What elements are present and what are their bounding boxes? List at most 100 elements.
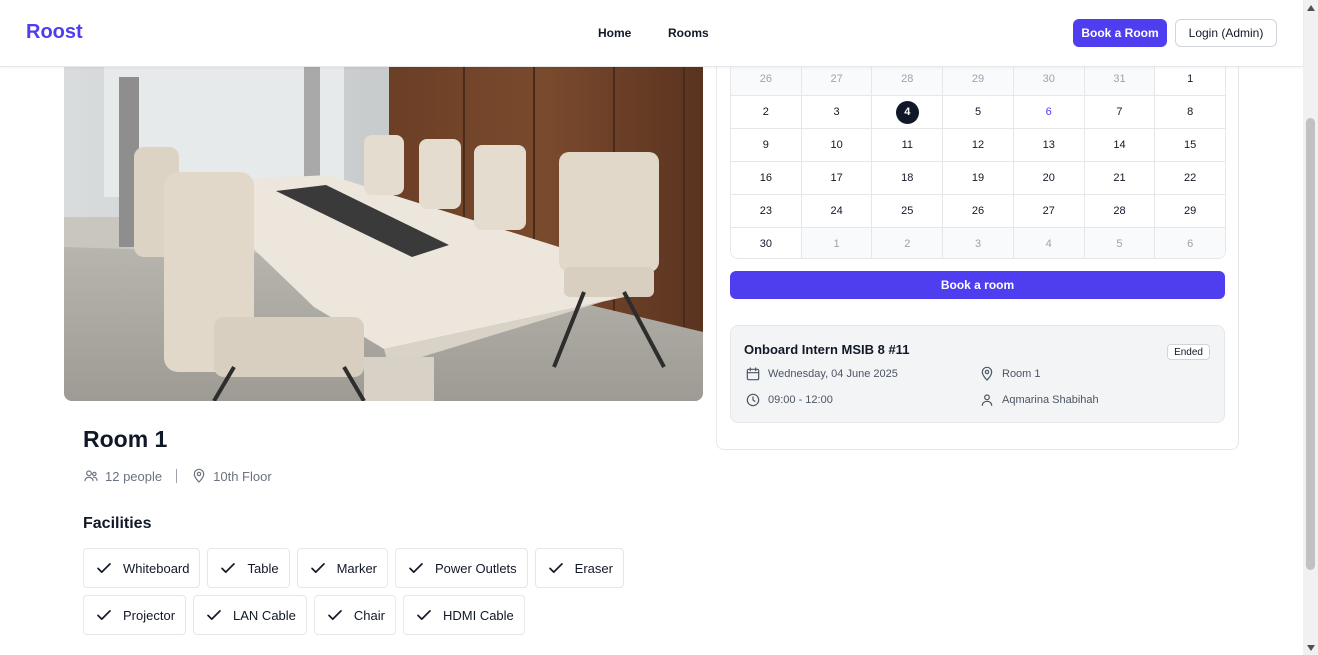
facility-chip: Projector bbox=[83, 595, 187, 635]
calendar-icon bbox=[745, 366, 761, 382]
calendar-week-row: 16 17 18 19 20 21 22 bbox=[731, 161, 1225, 194]
calendar-day-cell[interactable]: 19 bbox=[942, 162, 1013, 194]
book-a-room-button[interactable]: Book a Room bbox=[1073, 19, 1167, 47]
calendar-day-cell[interactable]: 25 bbox=[871, 195, 942, 227]
calendar-day-cell[interactable]: 17 bbox=[800, 162, 872, 194]
calendar-day-number: 14 bbox=[1113, 139, 1126, 151]
calendar-day-number: 9 bbox=[762, 139, 769, 151]
room-title: Room 1 bbox=[83, 426, 168, 452]
calendar-day-number: 7 bbox=[1116, 106, 1123, 118]
calendar-day-cell[interactable]: 20 bbox=[1012, 162, 1084, 194]
facilities-list: Whiteboard Table Marker Power Outlets Er… bbox=[83, 548, 643, 635]
facility-chip: Eraser bbox=[534, 548, 624, 588]
calendar-day-number: 26 bbox=[971, 205, 985, 217]
calendar-day-cell[interactable]: 11 bbox=[871, 129, 942, 161]
calendar-day-cell[interactable]: 4 bbox=[871, 96, 942, 128]
calendar-day-cell[interactable]: 3 bbox=[942, 228, 1013, 258]
calendar-day-number: 5 bbox=[1116, 238, 1123, 250]
calendar-day-cell[interactable]: 9 bbox=[731, 129, 801, 161]
calendar-day-cell[interactable]: 29 bbox=[1154, 195, 1225, 227]
check-icon bbox=[326, 606, 344, 624]
calendar-day-cell[interactable]: 18 bbox=[871, 162, 942, 194]
calendar-day-cell[interactable]: 23 bbox=[731, 195, 801, 227]
calendar-day-cell[interactable]: 2 bbox=[871, 228, 943, 258]
calendar-day-number: 30 bbox=[1042, 72, 1055, 85]
check-icon bbox=[547, 559, 565, 577]
room-photo bbox=[64, 67, 703, 401]
nav-home-link[interactable]: Home bbox=[598, 26, 631, 40]
calendar-week-row: 2 3 4 5 6 7 8 bbox=[731, 95, 1225, 128]
nav-rooms-link[interactable]: Rooms bbox=[668, 26, 709, 40]
calendar-day-number: 29 bbox=[971, 72, 985, 85]
room-location: 10th Floor bbox=[213, 468, 272, 484]
calendar-day-number: 1 bbox=[833, 238, 840, 250]
calendar-day-cell[interactable]: 30 bbox=[731, 228, 801, 258]
facility-label: Power Outlets bbox=[435, 560, 517, 576]
calendar-day-cell[interactable]: 28 bbox=[1083, 195, 1155, 227]
check-icon bbox=[407, 559, 425, 577]
calendar-day-cell[interactable]: 22 bbox=[1154, 162, 1225, 194]
booking-event-card[interactable]: Onboard Intern MSIB 8 #11 Ended Wednesda… bbox=[730, 325, 1225, 423]
calendar-day-cell[interactable]: 5 bbox=[1083, 228, 1155, 258]
check-icon bbox=[95, 606, 113, 624]
calendar-day-number: 18 bbox=[901, 172, 914, 184]
calendar-day-cell[interactable]: 13 bbox=[1012, 129, 1084, 161]
event-room: Room 1 bbox=[979, 366, 1041, 382]
facility-label: Whiteboard bbox=[123, 560, 190, 576]
facility-chip: Whiteboard bbox=[83, 548, 201, 588]
calendar-day-number: 26 bbox=[759, 72, 772, 85]
scroll-up-arrow-icon[interactable] bbox=[1303, 0, 1318, 15]
calendar-day-cell[interactable]: 5 bbox=[942, 96, 1013, 128]
user-icon bbox=[979, 392, 995, 408]
calendar-week-row: 30 1 2 3 4 5 6 bbox=[731, 227, 1225, 258]
check-icon bbox=[205, 606, 223, 624]
calendar-day-number: 12 bbox=[971, 139, 985, 151]
calendar-day-cell[interactable]: 24 bbox=[800, 195, 872, 227]
calendar-day-cell[interactable]: 12 bbox=[942, 129, 1013, 161]
calendar-day-cell[interactable]: 1 bbox=[800, 228, 872, 258]
calendar-day-cell[interactable]: 16 bbox=[731, 162, 801, 194]
facility-chip: Marker bbox=[296, 548, 389, 588]
scroll-thumb[interactable] bbox=[1306, 118, 1315, 570]
calendar-day-number: 22 bbox=[1184, 172, 1197, 184]
calendar-day-cell[interactable]: 15 bbox=[1154, 129, 1225, 161]
calendar-day-cell[interactable]: 8 bbox=[1154, 96, 1225, 128]
scroll-down-arrow-icon[interactable] bbox=[1303, 640, 1318, 655]
calendar-day-cell[interactable]: 2 bbox=[731, 96, 801, 128]
facility-chip: Chair bbox=[313, 595, 396, 635]
facilities-heading: Facilities bbox=[83, 515, 152, 532]
calendar-day-cell[interactable]: 26 bbox=[942, 195, 1013, 227]
brand-logo[interactable]: Roost bbox=[26, 21, 83, 44]
calendar-day-cell[interactable]: 6 bbox=[1012, 96, 1084, 128]
calendar-day-cell[interactable]: 27 bbox=[1012, 195, 1084, 227]
calendar-day-cell[interactable]: 14 bbox=[1083, 129, 1155, 161]
calendar-day-cell[interactable]: 6 bbox=[1154, 228, 1225, 258]
page-scrollbar[interactable] bbox=[1303, 0, 1318, 655]
calendar-day-number: 4 bbox=[895, 100, 919, 124]
facility-label: Marker bbox=[336, 560, 378, 576]
calendar-day-cell[interactable]: 10 bbox=[800, 129, 872, 161]
calendar-day-number: 11 bbox=[901, 139, 913, 151]
calendar-day-number: 3 bbox=[833, 106, 840, 118]
facility-label: Projector bbox=[123, 607, 176, 623]
check-icon bbox=[219, 559, 237, 577]
calendar-day-cell[interactable]: 7 bbox=[1083, 96, 1155, 128]
top-navbar: Roost Home Rooms Book a Room Login (Admi… bbox=[0, 0, 1303, 67]
room-capacity: 12 people bbox=[105, 468, 163, 484]
login-admin-button[interactable]: Login (Admin) bbox=[1175, 19, 1277, 47]
check-icon bbox=[95, 559, 113, 577]
calendar-day-cell[interactable]: 3 bbox=[800, 96, 872, 128]
book-room-button[interactable]: Book a room bbox=[730, 271, 1225, 299]
room-meta: 12 people 10th Floor bbox=[83, 468, 272, 484]
facility-chip: Table bbox=[207, 548, 290, 588]
calendar-day-number: 13 bbox=[1042, 139, 1055, 151]
calendar-day-number: 20 bbox=[1042, 172, 1055, 184]
calendar-day-number: 30 bbox=[759, 238, 772, 250]
facility-label: Table bbox=[247, 560, 279, 576]
facility-label: Eraser bbox=[574, 560, 613, 576]
calendar-day-number: 23 bbox=[759, 205, 772, 217]
calendar-week-row: 23 24 25 26 27 28 29 bbox=[731, 194, 1225, 227]
calendar-day-cell[interactable]: 4 bbox=[1012, 228, 1084, 258]
calendar-day-number: 28 bbox=[901, 72, 914, 85]
calendar-day-cell[interactable]: 21 bbox=[1083, 162, 1155, 194]
